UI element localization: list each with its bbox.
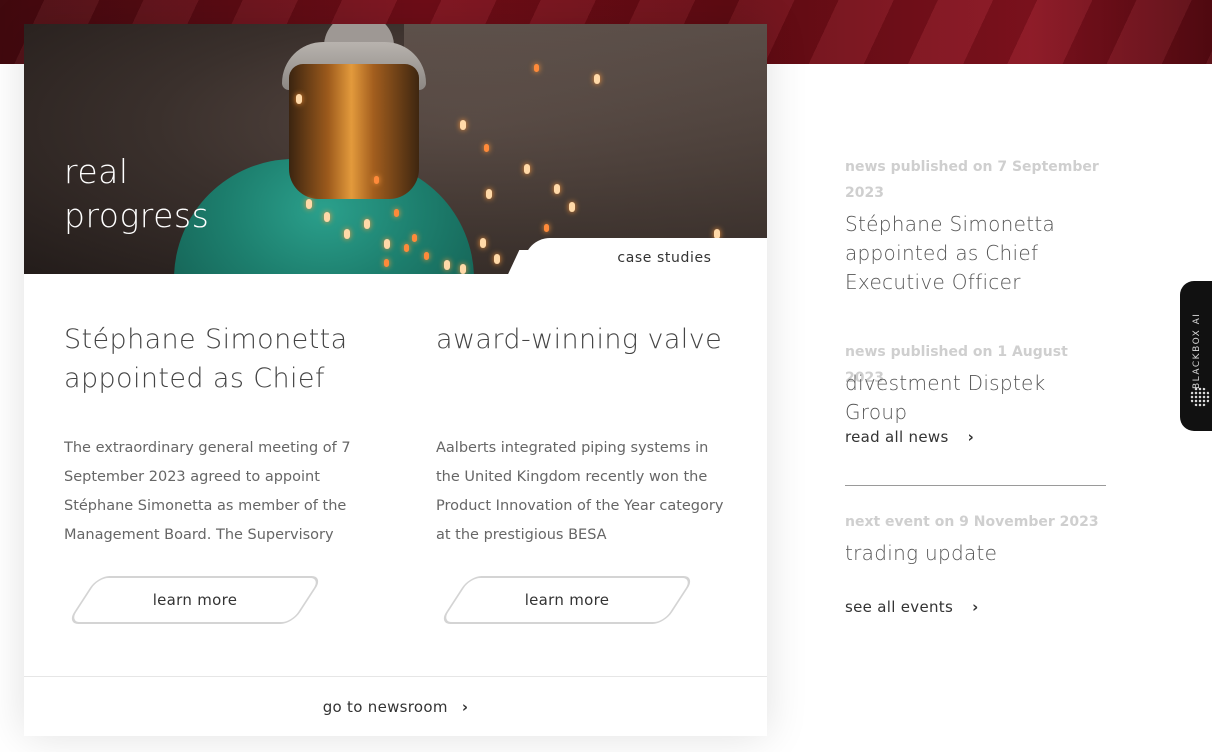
spark	[364, 219, 370, 229]
spark	[384, 239, 390, 249]
spark	[524, 164, 530, 174]
spark	[594, 74, 600, 84]
article-title[interactable]: award-winning valve	[436, 320, 736, 432]
spark	[344, 229, 350, 239]
spark	[444, 260, 450, 270]
spark	[306, 199, 312, 209]
sidebar-divider	[845, 485, 1106, 486]
chevron-right-icon: ›	[967, 428, 975, 446]
hero-title: real progress	[64, 152, 210, 235]
spark	[412, 234, 417, 242]
article-title[interactable]: Stéphane Simonetta appointed as Chief	[64, 320, 364, 432]
article-excerpt: The extraordinary general meeting of 7 S…	[64, 440, 351, 543]
spark	[554, 184, 560, 194]
blackbox-ai-label: BLACKBOX AI	[1192, 312, 1202, 389]
event-date: next event on 9 November 2023	[845, 514, 1099, 530]
spark	[404, 244, 409, 252]
see-all-events-link[interactable]: see all events ›	[845, 598, 979, 616]
spark	[374, 176, 379, 184]
spark	[424, 252, 429, 260]
spark	[484, 144, 489, 152]
welder-face-shield	[289, 64, 419, 199]
spark	[534, 64, 539, 72]
spark	[394, 209, 399, 217]
spark	[486, 189, 492, 199]
spark	[544, 224, 549, 232]
spark	[569, 202, 575, 212]
see-all-events-label: see all events	[845, 598, 954, 616]
case-studies-tab[interactable]: case studies	[524, 238, 767, 274]
article-1: Stéphane Simonetta appointed as Chief Th…	[64, 320, 364, 550]
spark	[494, 254, 500, 264]
learn-more-button[interactable]: learn more	[436, 576, 698, 624]
chevron-right-icon: ›	[461, 697, 469, 716]
hero-image: real progress case studies	[24, 24, 767, 274]
case-studies-label: case studies	[617, 250, 712, 266]
news-date: news published on 7 September 2023	[845, 159, 1099, 201]
spark	[460, 264, 466, 274]
read-all-news-label: read all news	[845, 428, 949, 446]
newsroom-label: go to newsroom	[322, 697, 448, 716]
go-to-newsroom-link[interactable]: go to newsroom ›	[24, 676, 767, 736]
chevron-right-icon: ›	[972, 598, 979, 616]
event-title[interactable]: trading update	[845, 539, 1107, 568]
blackbox-ai-tab[interactable]: BLACKBOX AI	[1180, 281, 1212, 431]
article-2: award-winning valve Aalberts integrated …	[436, 320, 736, 550]
learn-more-label: learn more	[524, 591, 610, 609]
news-title[interactable]: Stéphane Simonetta appointed as Chief Ex…	[845, 210, 1107, 297]
learn-more-label: learn more	[152, 591, 238, 609]
spark	[460, 120, 466, 130]
article-excerpt: Aalberts integrated piping systems in th…	[436, 440, 724, 543]
blackbox-dots-icon	[1190, 387, 1210, 407]
read-all-news-link[interactable]: read all news ›	[845, 428, 974, 446]
news-title[interactable]: divestment Disptek Group	[845, 369, 1107, 427]
spark	[296, 94, 302, 104]
featured-news-card: real progress case studies Stéphane Simo…	[24, 24, 767, 736]
spark	[384, 259, 389, 267]
spark	[480, 238, 486, 248]
learn-more-button[interactable]: learn more	[64, 576, 326, 624]
spark	[324, 212, 330, 222]
